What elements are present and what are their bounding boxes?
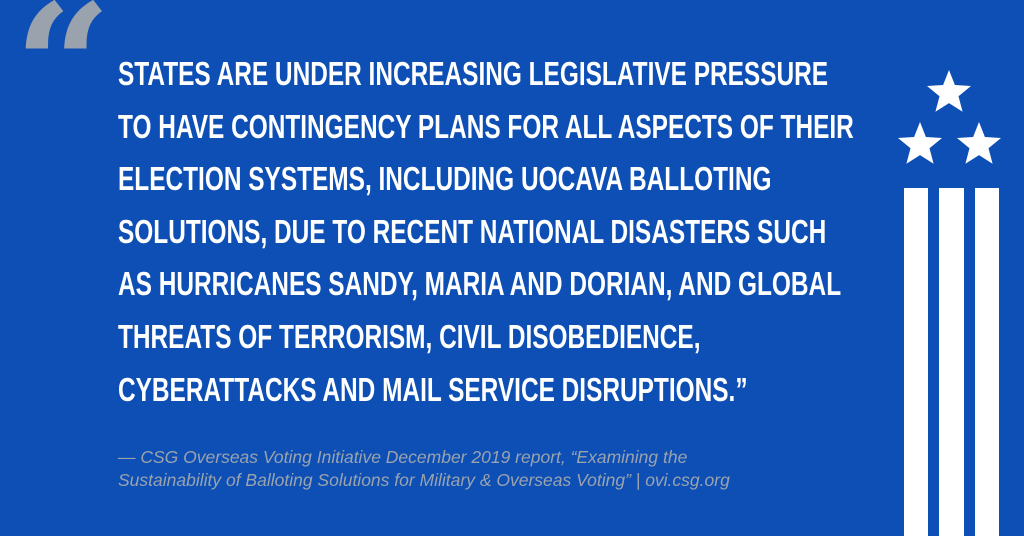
quote-line: CYBERATTACKS AND MAIL SERVICE DISRUPTION…	[118, 370, 748, 408]
quote-text: STATES ARE UNDER INCREASING LEGISLATIVE …	[118, 48, 898, 416]
star-icon	[927, 70, 971, 112]
flag-decoration	[898, 70, 1001, 536]
open-quote-icon: “	[14, 0, 112, 167]
attribution-line: — CSG Overseas Voting Initiative Decembe…	[118, 447, 688, 467]
quote-line: AS HURRICANES SANDY, MARIA AND DORIAN, A…	[118, 265, 842, 303]
quote-line: SOLUTIONS, DUE TO RECENT NATIONAL DISAST…	[118, 212, 827, 250]
attribution-text: — CSG Overseas Voting Initiative Decembe…	[118, 446, 898, 492]
star-icon	[957, 122, 1001, 164]
quote-line: STATES ARE UNDER INCREASING LEGISLATIVE …	[118, 55, 829, 92]
attribution-line: Sustainability of Balloting Solutions fo…	[118, 470, 730, 490]
quote-line: THREATS OF TERRORISM, CIVIL DISOBEDIENCE…	[118, 317, 701, 355]
star-icon	[898, 122, 942, 164]
stripes-icon	[904, 188, 999, 536]
quote-line: ELECTION SYSTEMS, INCLUDING UOCAVA BALLO…	[118, 160, 772, 198]
quote-line: TO HAVE CONTINGENCY PLANS FOR ALL ASPECT…	[118, 107, 854, 145]
